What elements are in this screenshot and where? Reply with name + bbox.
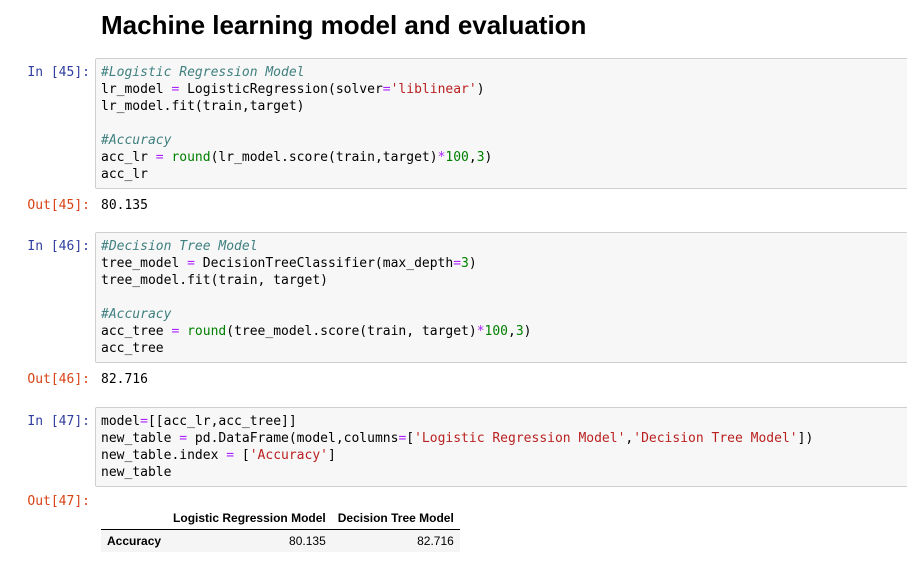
code-line: acc_lr = round(lr_model.score(train,targ… [101, 150, 493, 165]
code-cell-45[interactable]: #Logistic Regression Model lr_model = Lo… [95, 58, 907, 189]
code-line: #Logistic Regression Model [101, 65, 305, 80]
table-header-cell: Logistic Regression Model [167, 507, 332, 530]
code-line: acc_tree = round(tree_model.score(train,… [101, 324, 532, 339]
table-row: Accuracy 80.135 82.716 [101, 529, 460, 552]
code-line: lr_model = LogisticRegression(solver='li… [101, 82, 485, 97]
code-editor-47[interactable]: model=[[acc_lr,acc_tree]] new_table = pd… [101, 413, 903, 481]
output-46: 82.716 [101, 372, 148, 387]
table-row-index: Accuracy [107, 534, 162, 548]
table-cell: 80.135 [289, 534, 326, 548]
code-line: new_table [101, 465, 172, 480]
code-line: #Accuracy [101, 307, 172, 322]
code-editor-45[interactable]: #Logistic Regression Model lr_model = Lo… [101, 64, 903, 183]
code-line: #Decision Tree Model [101, 239, 258, 254]
in-prompt-45: In [45]: [27, 65, 90, 80]
output-45: 80.135 [101, 198, 148, 213]
dataframe-table: Logistic Regression Model Decision Tree … [101, 507, 460, 552]
code-line: acc_tree [101, 341, 164, 356]
in-prompt-47: In [47]: [27, 414, 90, 429]
out-prompt-47: Out[47]: [27, 494, 90, 509]
code-line: acc_lr [101, 167, 148, 182]
out-prompt-45: Out[45]: [27, 198, 90, 213]
table-cell: 82.716 [417, 534, 454, 548]
code-line: new_table.index = ['Accuracy'] [101, 448, 336, 463]
in-prompt-46: In [46]: [27, 239, 90, 254]
code-line: lr_model.fit(train,target) [101, 99, 305, 114]
table-header-cell: Decision Tree Model [331, 507, 460, 530]
page-title: Machine learning model and evaluation [101, 10, 587, 40]
code-editor-46[interactable]: #Decision Tree Model tree_model = Decisi… [101, 238, 903, 357]
table-header-row: Logistic Regression Model Decision Tree … [101, 507, 460, 530]
code-line: #Accuracy [101, 133, 172, 148]
code-line: tree_model.fit(train, target) [101, 273, 328, 288]
code-line: new_table = pd.DataFrame(model,columns=[… [101, 431, 814, 446]
code-line: tree_model = DecisionTreeClassifier(max_… [101, 256, 477, 271]
out-prompt-46: Out[46]: [27, 372, 90, 387]
code-cell-47[interactable]: model=[[acc_lr,acc_tree]] new_table = pd… [95, 407, 907, 487]
table-header-index [101, 507, 168, 530]
code-line: model=[[acc_lr,acc_tree]] [101, 414, 297, 429]
code-cell-46[interactable]: #Decision Tree Model tree_model = Decisi… [95, 232, 907, 363]
